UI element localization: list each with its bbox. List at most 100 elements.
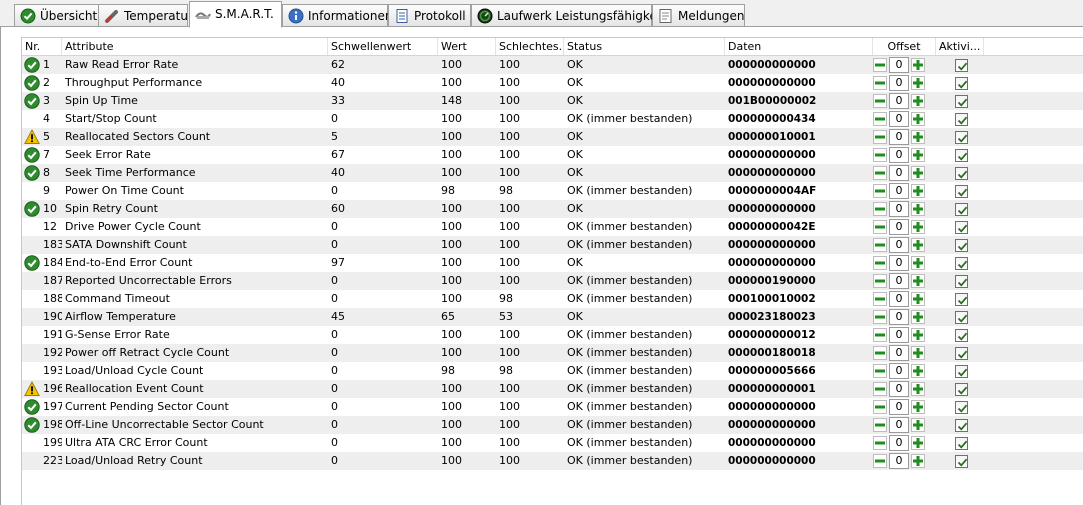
table-row[interactable]: 193 Load/Unload Cycle Count 0 98 98 OK (immer… xyxy=(22,362,1083,380)
active-checkbox[interactable] xyxy=(955,401,968,414)
minus-icon[interactable] xyxy=(873,58,887,72)
plus-icon[interactable] xyxy=(911,94,925,108)
minus-icon[interactable] xyxy=(873,364,887,378)
plus-icon[interactable] xyxy=(911,112,925,126)
table-row[interactable]: 223 Load/Unload Retry Count 0 100 100 OK (imm… xyxy=(22,452,1083,470)
table-row[interactable]: 12 Drive Power Cycle Count 0 100 100 OK (imme… xyxy=(22,218,1083,236)
plus-icon[interactable] xyxy=(911,436,925,450)
table-row[interactable]: 198 Off-Line Uncorrectable Sector Count 0 1… xyxy=(22,416,1083,434)
minus-icon[interactable] xyxy=(873,94,887,108)
table-row[interactable]: 1 Raw Read Error Rate 62 100 100 OK 0000000000… xyxy=(22,56,1083,74)
offset-value[interactable]: 0 xyxy=(889,417,909,433)
table-row[interactable]: 188 Command Timeout 0 100 98 OK (immer bestan… xyxy=(22,290,1083,308)
offset-value[interactable]: 0 xyxy=(889,453,909,469)
offset-stepper[interactable]: 0 xyxy=(873,399,927,415)
minus-icon[interactable] xyxy=(873,310,887,324)
offset-value[interactable]: 0 xyxy=(889,111,909,127)
active-checkbox[interactable] xyxy=(955,329,968,342)
active-checkbox[interactable] xyxy=(955,239,968,252)
table-row[interactable]: 184 End-to-End Error Count 97 100 100 OK 00000… xyxy=(22,254,1083,272)
plus-icon[interactable] xyxy=(911,238,925,252)
table-row[interactable]: 8 Seek Time Performance 40 100 100 OK 00000000… xyxy=(22,164,1083,182)
plus-icon[interactable] xyxy=(911,400,925,414)
offset-stepper[interactable]: 0 xyxy=(873,381,927,397)
offset-stepper[interactable]: 0 xyxy=(873,129,927,145)
minus-icon[interactable] xyxy=(873,274,887,288)
minus-icon[interactable] xyxy=(873,400,887,414)
minus-icon[interactable] xyxy=(873,130,887,144)
column-header-active[interactable]: Aktivi... xyxy=(936,38,984,55)
minus-icon[interactable] xyxy=(873,256,887,270)
offset-value[interactable]: 0 xyxy=(889,147,909,163)
tab-temperature[interactable]: Temperatur xyxy=(98,4,193,26)
offset-value[interactable]: 0 xyxy=(889,345,909,361)
offset-value[interactable]: 0 xyxy=(889,129,909,145)
active-checkbox[interactable] xyxy=(955,59,968,72)
active-checkbox[interactable] xyxy=(955,257,968,270)
minus-icon[interactable] xyxy=(873,148,887,162)
offset-stepper[interactable]: 0 xyxy=(873,165,927,181)
plus-icon[interactable] xyxy=(911,274,925,288)
column-header-worst[interactable]: Schlechtes... xyxy=(496,38,564,55)
minus-icon[interactable] xyxy=(873,292,887,306)
table-row[interactable]: 183 SATA Downshift Count 0 100 100 OK (immer … xyxy=(22,236,1083,254)
offset-value[interactable]: 0 xyxy=(889,165,909,181)
minus-icon[interactable] xyxy=(873,112,887,126)
table-row[interactable]: 199 Ultra ATA CRC Error Count 0 100 100 OK (i… xyxy=(22,434,1083,452)
plus-icon[interactable] xyxy=(911,148,925,162)
offset-value[interactable]: 0 xyxy=(889,327,909,343)
offset-stepper[interactable]: 0 xyxy=(873,255,927,271)
active-checkbox[interactable] xyxy=(955,131,968,144)
table-row[interactable]: 9 Power On Time Count 0 98 98 OK (immer besta… xyxy=(22,182,1083,200)
offset-value[interactable]: 0 xyxy=(889,399,909,415)
plus-icon[interactable] xyxy=(911,418,925,432)
table-row[interactable]: 5 Reallocated Sectors Count 5 100 100 OK 00000… xyxy=(22,128,1083,146)
active-checkbox[interactable] xyxy=(955,203,968,216)
offset-value[interactable]: 0 xyxy=(889,435,909,451)
minus-icon[interactable] xyxy=(873,76,887,90)
table-row[interactable]: 3 Spin Up Time 33 148 100 OK 001B00000002 0 xyxy=(22,92,1083,110)
minus-icon[interactable] xyxy=(873,454,887,468)
active-checkbox[interactable] xyxy=(955,311,968,324)
table-row[interactable]: 2 Throughput Performance 40 100 100 OK 0000000… xyxy=(22,74,1083,92)
offset-stepper[interactable]: 0 xyxy=(873,111,927,127)
plus-icon[interactable] xyxy=(911,184,925,198)
offset-stepper[interactable]: 0 xyxy=(873,291,927,307)
active-checkbox[interactable] xyxy=(955,167,968,180)
offset-stepper[interactable]: 0 xyxy=(873,345,927,361)
minus-icon[interactable] xyxy=(873,436,887,450)
active-checkbox[interactable] xyxy=(955,419,968,432)
active-checkbox[interactable] xyxy=(955,77,968,90)
plus-icon[interactable] xyxy=(911,292,925,306)
column-header-offset[interactable]: Offset xyxy=(873,38,936,55)
minus-icon[interactable] xyxy=(873,202,887,216)
plus-icon[interactable] xyxy=(911,364,925,378)
column-header-status[interactable]: Status xyxy=(564,38,725,55)
plus-icon[interactable] xyxy=(911,256,925,270)
offset-stepper[interactable]: 0 xyxy=(873,201,927,217)
plus-icon[interactable] xyxy=(911,346,925,360)
plus-icon[interactable] xyxy=(911,220,925,234)
plus-icon[interactable] xyxy=(911,328,925,342)
offset-stepper[interactable]: 0 xyxy=(873,237,927,253)
active-checkbox[interactable] xyxy=(955,365,968,378)
offset-value[interactable]: 0 xyxy=(889,381,909,397)
offset-stepper[interactable]: 0 xyxy=(873,75,927,91)
column-header-threshold[interactable]: Schwellenwert xyxy=(328,38,438,55)
plus-icon[interactable] xyxy=(911,130,925,144)
offset-stepper[interactable]: 0 xyxy=(873,363,927,379)
table-row[interactable]: 4 Start/Stop Count 0 100 100 OK (immer bestan… xyxy=(22,110,1083,128)
plus-icon[interactable] xyxy=(911,454,925,468)
column-header-data[interactable]: Daten xyxy=(725,38,873,55)
offset-value[interactable]: 0 xyxy=(889,309,909,325)
minus-icon[interactable] xyxy=(873,166,887,180)
offset-value[interactable]: 0 xyxy=(889,57,909,73)
minus-icon[interactable] xyxy=(873,220,887,234)
offset-value[interactable]: 0 xyxy=(889,363,909,379)
column-header-attribute[interactable]: Attribute xyxy=(62,38,328,55)
offset-stepper[interactable]: 0 xyxy=(873,453,927,469)
minus-icon[interactable] xyxy=(873,184,887,198)
plus-icon[interactable] xyxy=(911,58,925,72)
offset-value[interactable]: 0 xyxy=(889,201,909,217)
active-checkbox[interactable] xyxy=(955,95,968,108)
